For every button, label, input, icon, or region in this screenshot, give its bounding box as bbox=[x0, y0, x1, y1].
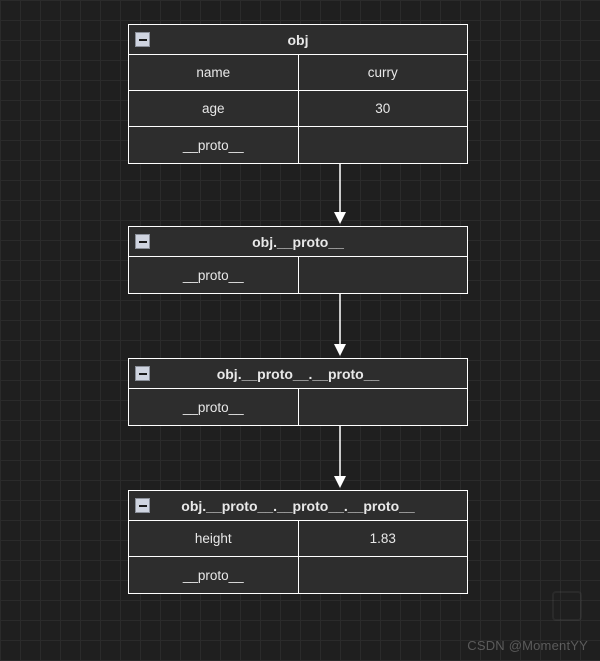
prop-val bbox=[299, 127, 468, 163]
box-header: obj.__proto__.__proto__.__proto__ bbox=[129, 491, 467, 521]
collapse-icon[interactable] bbox=[135, 32, 150, 47]
prop-key: height bbox=[129, 521, 299, 556]
faint-watermark-icon bbox=[552, 591, 582, 621]
object-box-proto1: obj.__proto__ __proto__ bbox=[128, 226, 468, 294]
prop-key: __proto__ bbox=[129, 257, 299, 293]
watermark-text: CSDN @MomentYY bbox=[467, 638, 588, 653]
box-title: obj.__proto__.__proto__ bbox=[217, 366, 380, 382]
prop-val bbox=[299, 557, 468, 593]
table-row: __proto__ bbox=[129, 389, 467, 425]
prop-val: curry bbox=[299, 55, 468, 90]
object-box-obj: obj name curry age 30 __proto__ bbox=[128, 24, 468, 164]
collapse-icon[interactable] bbox=[135, 498, 150, 513]
prop-key: __proto__ bbox=[129, 557, 299, 593]
prop-val bbox=[299, 257, 468, 293]
box-title: obj bbox=[288, 32, 309, 48]
table-row: height 1.83 bbox=[129, 521, 467, 557]
table-row: age 30 bbox=[129, 91, 467, 127]
collapse-icon[interactable] bbox=[135, 234, 150, 249]
box-title: obj.__proto__.__proto__.__proto__ bbox=[181, 498, 414, 514]
diagram-stage: obj name curry age 30 __proto__ obj.__pr… bbox=[0, 0, 600, 661]
prop-key: __proto__ bbox=[129, 127, 299, 163]
prop-key: name bbox=[129, 55, 299, 90]
object-box-proto2: obj.__proto__.__proto__ __proto__ bbox=[128, 358, 468, 426]
prop-val: 30 bbox=[299, 91, 468, 126]
prop-val: 1.83 bbox=[299, 521, 468, 556]
box-header: obj bbox=[129, 25, 467, 55]
prop-key: age bbox=[129, 91, 299, 126]
prop-key: __proto__ bbox=[129, 389, 299, 425]
prop-val bbox=[299, 389, 468, 425]
collapse-icon[interactable] bbox=[135, 366, 150, 381]
table-row: name curry bbox=[129, 55, 467, 91]
table-row: __proto__ bbox=[129, 127, 467, 163]
box-header: obj.__proto__ bbox=[129, 227, 467, 257]
box-title: obj.__proto__ bbox=[252, 234, 344, 250]
table-row: __proto__ bbox=[129, 557, 467, 593]
table-row: __proto__ bbox=[129, 257, 467, 293]
box-header: obj.__proto__.__proto__ bbox=[129, 359, 467, 389]
object-box-proto3: obj.__proto__.__proto__.__proto__ height… bbox=[128, 490, 468, 594]
